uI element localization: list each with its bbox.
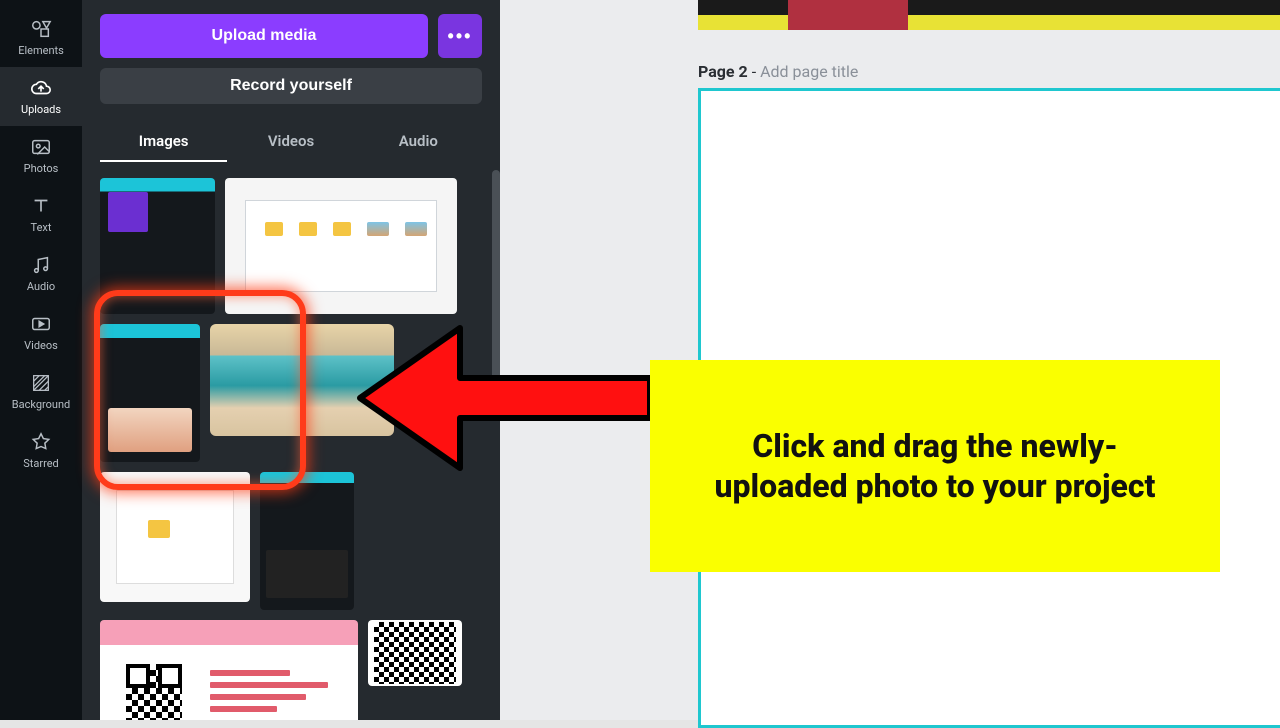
sidebar-item-elements[interactable]: Elements	[0, 8, 82, 67]
page-preview-cropped	[698, 0, 1280, 30]
shapes-icon	[30, 18, 52, 40]
tutorial-callout: Click and drag the newly-uploaded photo …	[650, 360, 1220, 572]
image-icon	[30, 136, 52, 158]
sidebar-item-photos[interactable]: Photos	[0, 126, 82, 185]
record-yourself-button[interactable]: Record yourself	[100, 68, 482, 104]
uploads-panel: Upload media ••• Record yourself Images …	[82, 0, 500, 720]
play-rect-icon	[30, 313, 52, 335]
hatch-icon	[30, 372, 52, 394]
tutorial-callout-text: Click and drag the newly-uploaded photo …	[686, 426, 1184, 506]
uploads-tabs: Images Videos Audio	[100, 122, 482, 162]
music-note-icon	[30, 254, 52, 276]
sidebar-item-label: Starred	[23, 457, 59, 470]
upload-thumbnail[interactable]	[225, 178, 457, 314]
sidebar-item-label: Text	[31, 221, 52, 234]
panel-scrollbar[interactable]	[492, 170, 500, 390]
sidebar-item-text[interactable]: Text	[0, 185, 82, 244]
sidebar-item-starred[interactable]: Starred	[0, 421, 82, 480]
sidebar-item-label: Background	[12, 398, 70, 411]
page-title-sep: -	[748, 62, 760, 81]
sidebar-item-label: Photos	[24, 162, 59, 175]
sidebar-item-label: Videos	[24, 339, 58, 352]
page-title-placeholder[interactable]: Add page title	[760, 62, 858, 81]
sidebar-item-background[interactable]: Background	[0, 362, 82, 421]
upload-media-button[interactable]: Upload media	[100, 14, 428, 58]
sidebar-item-label: Elements	[18, 44, 64, 57]
page-number: Page 2	[698, 62, 748, 81]
uploads-grid	[100, 178, 482, 720]
upload-more-button[interactable]: •••	[438, 14, 482, 58]
upload-thumbnail[interactable]	[260, 472, 354, 610]
star-icon	[30, 431, 52, 453]
tab-images[interactable]: Images	[100, 122, 227, 162]
cloud-upload-icon	[30, 77, 52, 99]
upload-thumbnail-beach[interactable]	[210, 324, 394, 436]
sidebar-item-label: Audio	[27, 280, 55, 293]
upload-thumbnail[interactable]	[368, 620, 462, 686]
sidebar-item-audio[interactable]: Audio	[0, 244, 82, 303]
tab-audio[interactable]: Audio	[355, 122, 482, 162]
upload-thumbnail[interactable]	[100, 178, 215, 314]
upload-thumbnail[interactable]	[100, 620, 358, 720]
upload-thumbnail[interactable]	[100, 472, 250, 602]
text-icon	[30, 195, 52, 217]
page-label[interactable]: Page 2 - Add page title	[698, 62, 858, 81]
sidebar-rail: Elements Uploads Photos Text Audio Video…	[0, 0, 82, 720]
tab-videos[interactable]: Videos	[227, 122, 354, 162]
sidebar-item-label: Uploads	[21, 103, 61, 116]
sidebar-item-videos[interactable]: Videos	[0, 303, 82, 362]
upload-thumbnail[interactable]	[100, 324, 200, 462]
sidebar-item-uploads[interactable]: Uploads	[0, 67, 82, 126]
